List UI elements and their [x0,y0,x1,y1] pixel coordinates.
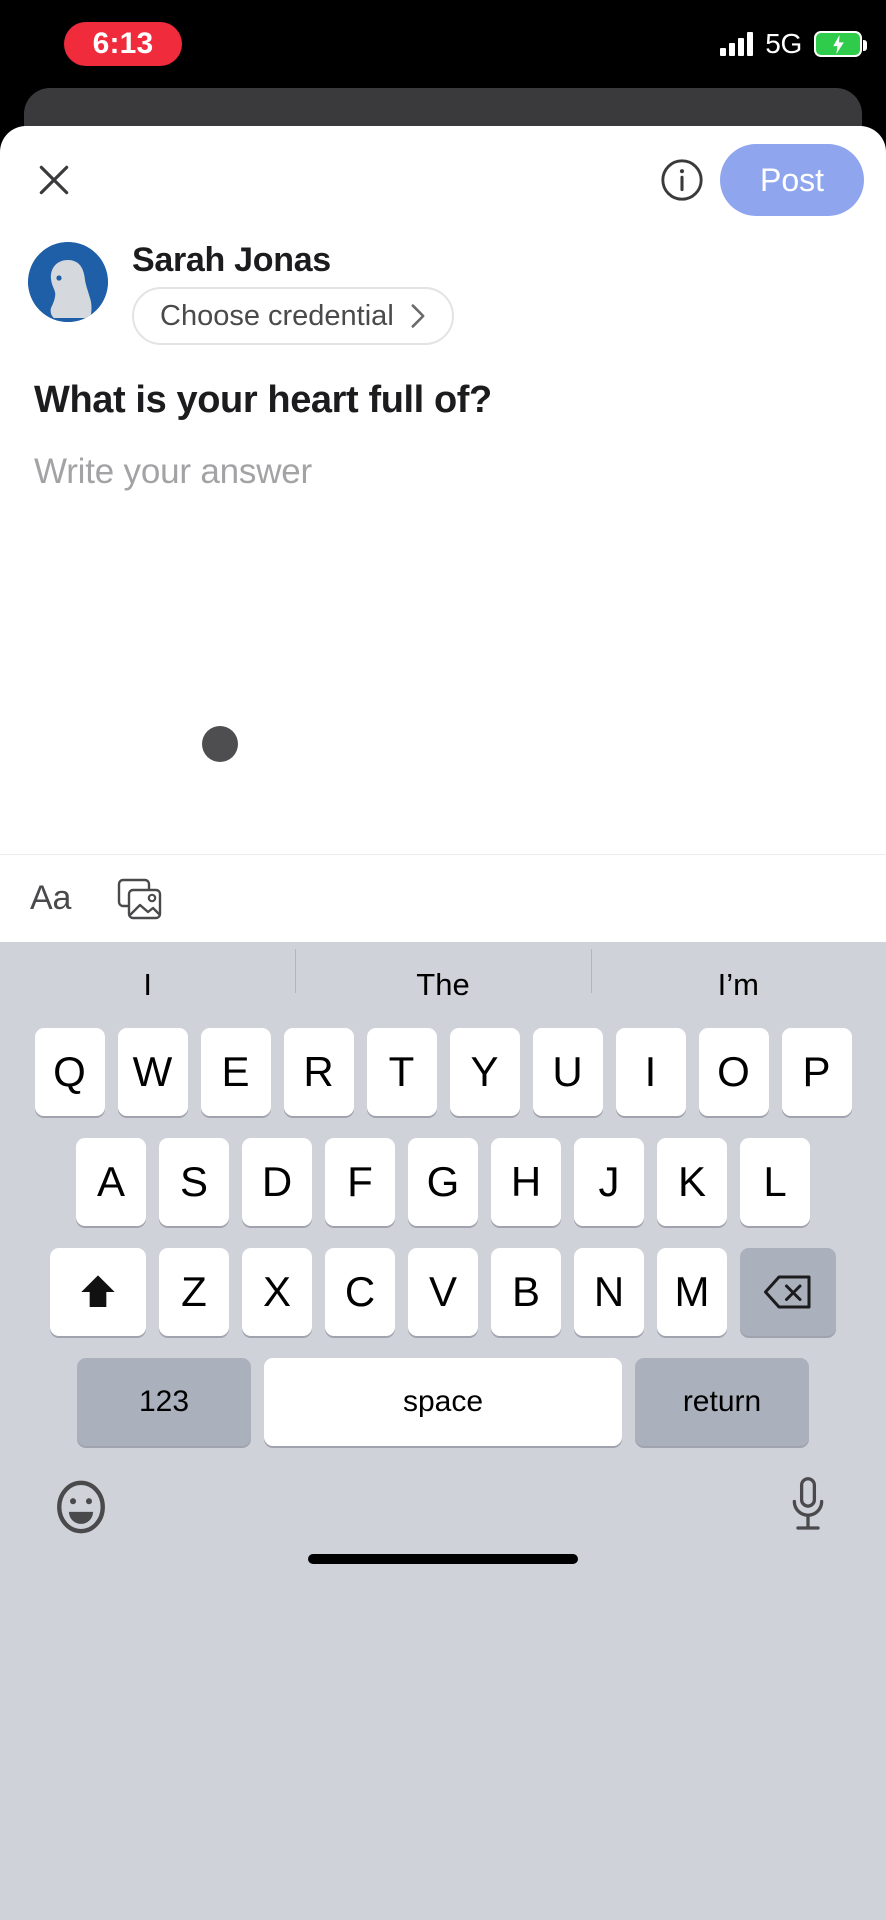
photo-stack-icon[interactable] [117,878,163,920]
chevron-right-icon [411,304,425,329]
format-toolbar: Aa [0,854,886,942]
key-r[interactable]: R [283,1028,354,1116]
key-f[interactable]: F [325,1138,395,1226]
info-circle-icon[interactable] [656,154,708,206]
avatar[interactable] [28,242,108,322]
bolt-glyph [832,34,844,54]
key-q[interactable]: Q [34,1028,105,1116]
status-indicators: 5G [720,26,867,62]
return-key[interactable]: return [635,1358,809,1446]
backspace-key[interactable] [740,1248,836,1336]
key-v[interactable]: V [408,1248,478,1336]
status-bar: 6:13 5G [0,0,886,88]
answer-input[interactable]: Write your answer [34,452,886,492]
suggestion-item[interactable]: I’m [590,949,886,1003]
keyboard-row-3: Z X C V B N M [0,1248,886,1336]
key-n[interactable]: N [574,1248,644,1336]
close-x-icon[interactable] [26,152,82,208]
key-h[interactable]: H [491,1138,561,1226]
backspace-delete-icon [764,1275,811,1309]
cellular-bars-icon [720,32,754,56]
key-k[interactable]: K [657,1138,727,1226]
key-m[interactable]: M [657,1248,727,1336]
battery-charging-icon [814,31,867,57]
on-screen-keyboard: I The I’m Q W E R T Y U I O P A S D F G … [0,942,886,1920]
key-p[interactable]: P [781,1028,852,1116]
default-person-avatar-icon [28,242,108,322]
author-row: Sarah Jonas Choose credential [0,241,886,346]
key-e[interactable]: E [200,1028,271,1116]
composer-sheet: Post Sarah Jonas Choose credential What … [0,126,886,942]
keyboard-bottom-bar [0,1468,886,1578]
question-prompt: What is your heart full of? [34,379,492,422]
emoji-smiley-icon[interactable] [52,1478,110,1536]
suggestion-bar: I The I’m [0,942,886,1028]
author-name: Sarah Jonas [132,241,331,279]
key-j[interactable]: J [574,1138,644,1226]
phone-screen: 6:13 5G Post Sarah Jonas Choose credenti… [0,0,886,1920]
space-key[interactable]: space [264,1358,622,1446]
key-s[interactable]: S [159,1138,229,1226]
choose-credential-button[interactable]: Choose credential [132,287,454,346]
key-y[interactable]: Y [449,1028,520,1116]
network-label: 5G [765,28,802,59]
key-c[interactable]: C [325,1248,395,1336]
close-x-glyph [39,165,69,195]
info-glyph [661,159,703,201]
key-d[interactable]: D [242,1138,312,1226]
credential-label: Choose credential [160,299,394,332]
shift-key[interactable] [50,1248,146,1336]
sheet-header: Post [0,126,886,236]
keyboard-row-1: Q W E R T Y U I O P [0,1028,886,1116]
key-u[interactable]: U [532,1028,603,1116]
status-time: 6:13 [92,27,154,60]
home-indicator [308,1554,578,1564]
keyboard-row-4: 123 space return [0,1358,886,1446]
suggestion-item[interactable]: I [0,967,295,1003]
key-w[interactable]: W [117,1028,188,1116]
key-b[interactable]: B [491,1248,561,1336]
microphone-icon[interactable] [786,1476,830,1538]
key-o[interactable]: O [698,1028,769,1116]
key-i[interactable]: I [615,1028,686,1116]
key-t[interactable]: T [366,1028,437,1116]
keyboard-row-2: A S D F G H J K L [0,1138,886,1226]
key-a[interactable]: A [76,1138,146,1226]
key-z[interactable]: Z [159,1248,229,1336]
suggestion-item[interactable]: The [295,949,590,1003]
shift-arrow-icon [81,1275,115,1307]
key-l[interactable]: L [740,1138,810,1226]
numeric-key[interactable]: 123 [77,1358,251,1446]
recording-time-pill: 6:13 [64,22,182,66]
key-x[interactable]: X [242,1248,312,1336]
text-format-icon[interactable]: Aa [30,879,71,918]
key-g[interactable]: G [408,1138,478,1226]
touch-indicator-dot [202,726,238,762]
post-button[interactable]: Post [720,144,864,216]
author-meta: Sarah Jonas Choose credential [132,241,454,346]
